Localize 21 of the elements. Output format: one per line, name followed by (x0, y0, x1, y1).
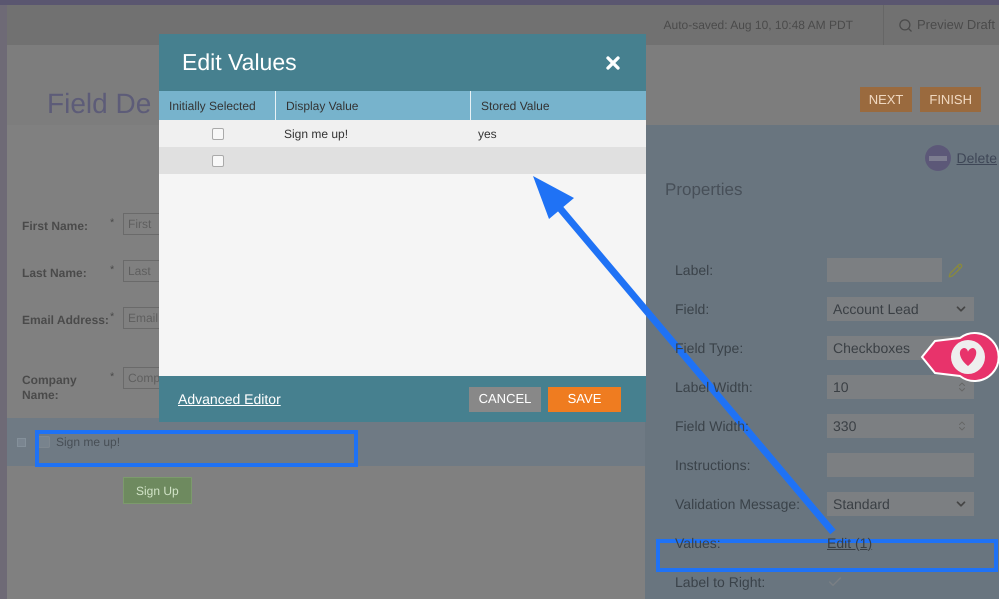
header-button[interactable]: NEXT (860, 87, 912, 112)
table-cell: Sign me up! (284, 126, 348, 140)
property-label: Values: (675, 534, 722, 552)
property-label: Label Width: (675, 378, 754, 396)
number-field[interactable]: 330 (827, 414, 974, 438)
cancel-button[interactable]: CANCEL (469, 386, 541, 412)
select-field[interactable]: Standard (827, 492, 974, 516)
required-asterisk: * (110, 216, 116, 231)
required-asterisk: * (110, 310, 116, 325)
required-asterisk: * (110, 370, 116, 385)
edit-link[interactable]: Edit (1) (827, 532, 872, 554)
table-cell: yes (478, 126, 497, 140)
advanced-editor-link[interactable]: Advanced Editor (178, 388, 281, 410)
sign-up-button[interactable]: Sign Up (123, 477, 192, 504)
column-header: Stored Value (480, 98, 550, 114)
save-button[interactable]: SAVE (548, 386, 621, 412)
header-button[interactable]: FINISH (920, 87, 981, 112)
dialog-title: Edit Values (182, 48, 297, 78)
select-field[interactable]: Account Lead (827, 297, 974, 321)
required-asterisk: * (110, 263, 116, 278)
number-field[interactable]: 10 (827, 375, 974, 399)
